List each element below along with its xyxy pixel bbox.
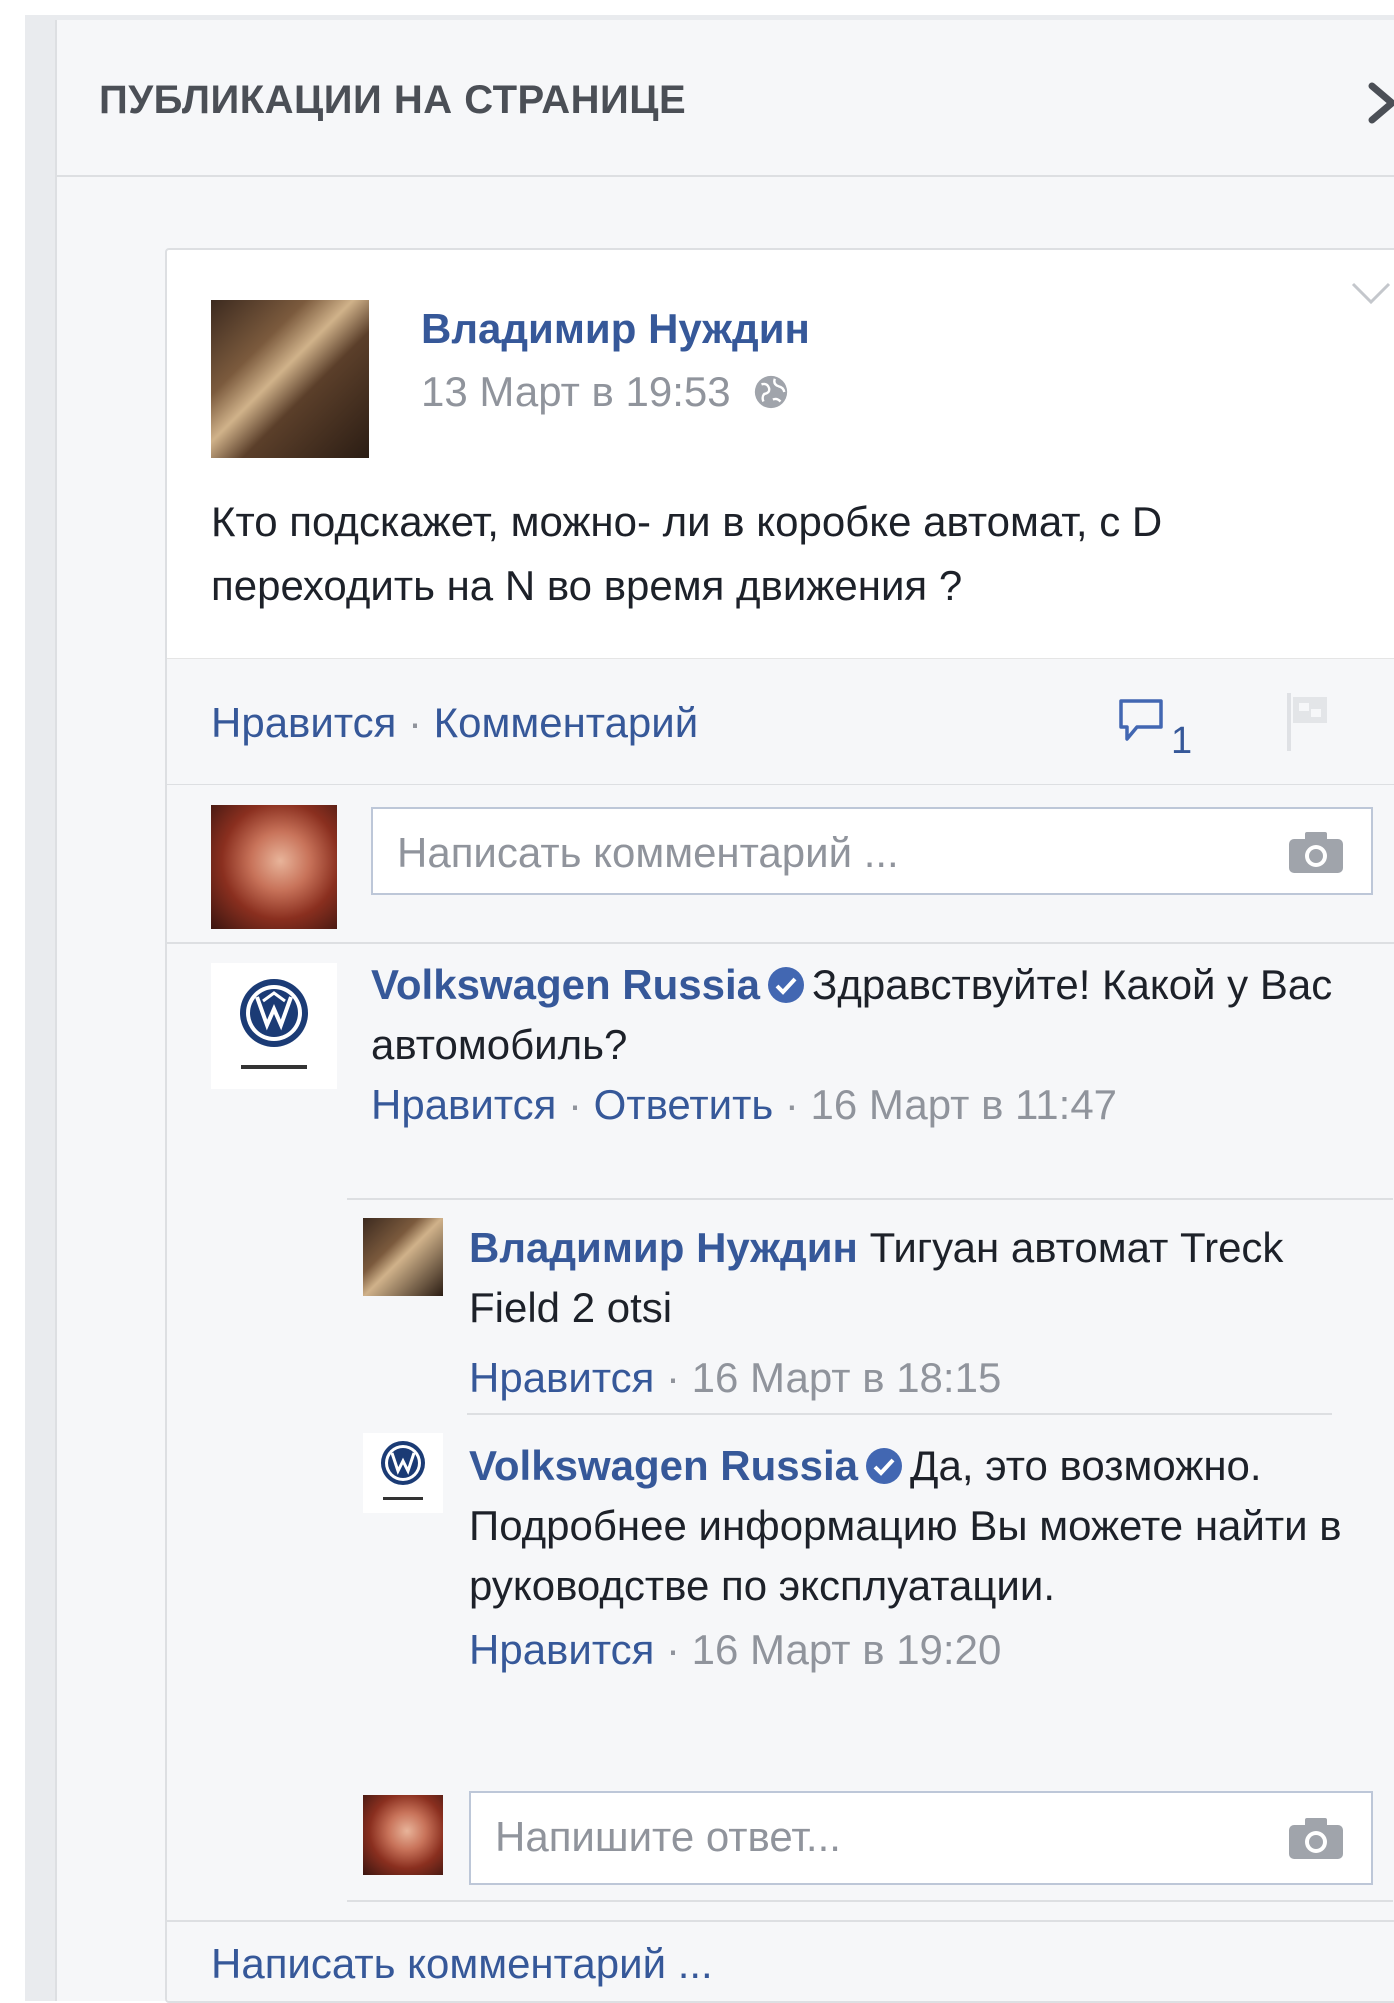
post-author-avatar[interactable] xyxy=(211,300,369,458)
reply-time[interactable]: 16 Март в 18:15 xyxy=(692,1354,1002,1401)
reply-input-placeholder: Напишите ответ... xyxy=(495,1813,841,1860)
current-user-avatar[interactable] xyxy=(211,805,337,929)
panel-title: ПУБЛИКАЦИИ НА СТРАНИЦЕ xyxy=(99,78,687,122)
flag-icon[interactable] xyxy=(1283,689,1333,753)
page-posts-panel: ПУБЛИКАЦИИ НА СТРАНИЦЕ Владимир Нуждин 1… xyxy=(55,20,1394,2003)
action-separator: · xyxy=(396,699,434,746)
chevron-down-icon[interactable] xyxy=(1349,278,1393,308)
globe-icon xyxy=(755,375,788,409)
camera-icon[interactable] xyxy=(1287,1815,1345,1861)
reply-time[interactable]: 16 Март в 19:20 xyxy=(692,1626,1002,1673)
like-link[interactable]: Нравится xyxy=(211,699,396,746)
verified-badge-icon xyxy=(866,1448,903,1484)
chevron-right-icon[interactable] xyxy=(1358,78,1394,128)
reply-input[interactable]: Напишите ответ... xyxy=(469,1791,1373,1885)
comment-like-link[interactable]: Нравится xyxy=(371,1081,556,1128)
reply-author[interactable]: Volkswagen Russia xyxy=(469,1442,858,1489)
comment-count: 1 xyxy=(1171,720,1193,762)
verified-badge-icon xyxy=(768,967,805,1003)
comment-composer: Написать комментарий ... xyxy=(167,785,1394,944)
comment-input[interactable]: Написать комментарий ... xyxy=(371,807,1373,895)
comment-reply-link[interactable]: Ответить xyxy=(594,1081,774,1128)
comments-section: Написать комментарий ... Volkswagen Russ… xyxy=(167,785,1394,2001)
post-time-text[interactable]: 13 Март в 19:53 xyxy=(421,368,731,415)
volkswagen-logo-avatar[interactable] xyxy=(211,963,337,1089)
post-timestamp[interactable]: 13 Март в 19:53 xyxy=(421,368,790,416)
comment-time[interactable]: 16 Март в 11:47 xyxy=(811,1081,1118,1128)
reply-author-avatar[interactable] xyxy=(363,1218,443,1296)
comment-link[interactable]: Комментарий xyxy=(434,699,699,746)
reply-like-link[interactable]: Нравится xyxy=(469,1354,654,1401)
post-author-name[interactable]: Владимир Нуждин xyxy=(421,305,810,353)
post-text: Кто подскажет, можно- ли в коробке автом… xyxy=(211,498,1163,609)
comment-author[interactable]: Volkswagen Russia xyxy=(371,961,760,1008)
write-comment-link[interactable]: Написать комментарий ... xyxy=(211,1940,713,1988)
comment-input-placeholder: Написать комментарий ... xyxy=(397,829,899,876)
post-card: Владимир Нуждин 13 Март в 19:53 Кто подс… xyxy=(165,248,1394,2003)
write-comment-bar: Написать комментарий ... xyxy=(167,1920,1394,2001)
reply-divider xyxy=(467,1413,1332,1415)
reply-author[interactable]: Владимир Нуждин xyxy=(469,1224,858,1271)
camera-icon[interactable] xyxy=(1287,829,1345,875)
comment-vw: Volkswagen Russia Здравствуйте! Какой у В… xyxy=(371,955,1371,1135)
comment-meta: Нравится · Ответить · 16 Март в 11:47 xyxy=(371,1081,1118,1128)
post-action-bar: Нравится · Комментарий 1 xyxy=(167,658,1394,786)
comment-count-button[interactable]: 1 xyxy=(1117,697,1192,762)
reply-meta: Нравится · 16 Март в 18:15 xyxy=(469,1354,1002,1401)
post-actions: Нравится · Комментарий xyxy=(211,699,698,747)
reply-1: Владимир Нуждин Тигуан автомат Treck Fie… xyxy=(469,1218,1349,1408)
volkswagen-logo-avatar-small[interactable] xyxy=(363,1433,443,1513)
reply-like-link[interactable]: Нравится xyxy=(469,1626,654,1673)
panel-header: ПУБЛИКАЦИИ НА СТРАНИЦЕ xyxy=(57,20,1394,177)
comment-bubble-icon xyxy=(1119,699,1163,741)
replies-block: Владимир Нуждин Тигуан автомат Treck Fie… xyxy=(347,1198,1393,1902)
reply-meta: Нравится · 16 Март в 19:20 xyxy=(469,1626,1002,1673)
reply-2: Volkswagen Russia Да, это возможно. Подро… xyxy=(469,1436,1349,1680)
reply-composer-avatar[interactable] xyxy=(363,1795,443,1875)
